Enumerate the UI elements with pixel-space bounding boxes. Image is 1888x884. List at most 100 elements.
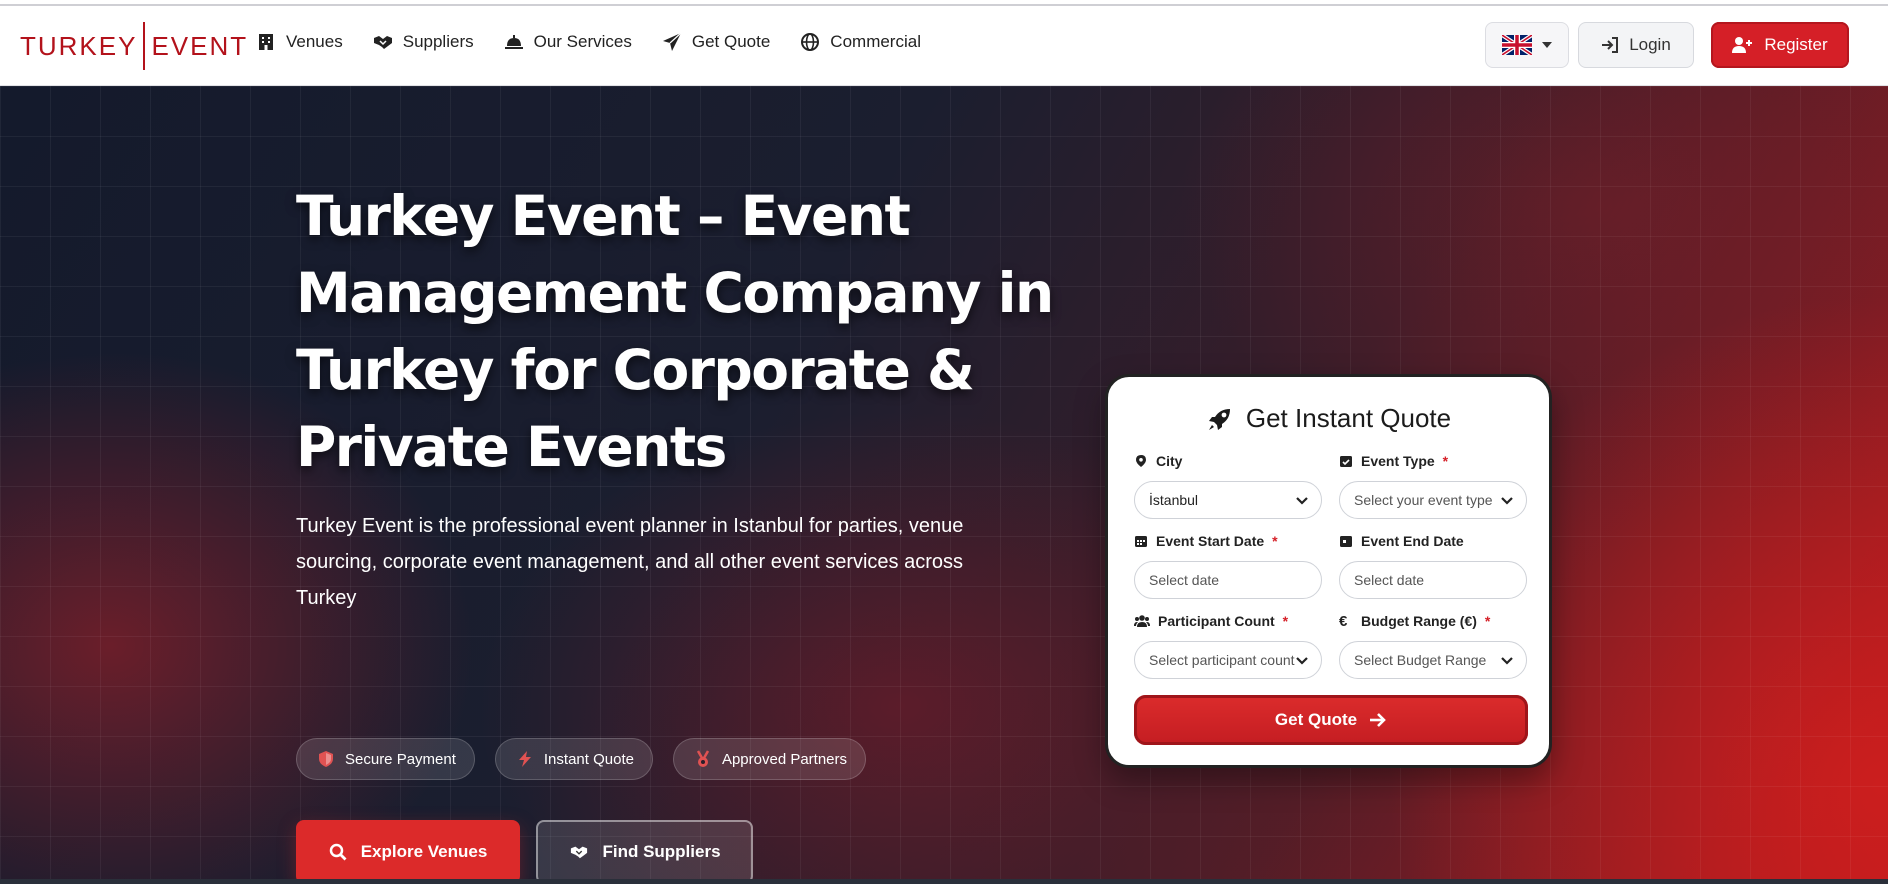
badge-secure-payment: Secure Payment — [296, 738, 475, 780]
badge-approved-partners-label: Approved Partners — [721, 750, 848, 768]
nav-our-services-label: Our Services — [533, 32, 632, 51]
map-pin-icon — [1136, 455, 1146, 467]
get-quote-submit-label: Get Quote — [1274, 710, 1358, 729]
participant-count-select[interactable]: Select participant count — [1134, 641, 1322, 679]
start-date-label-text: Event Start Date — [1156, 533, 1265, 549]
quote-card-title-text: Get Instant Quote — [1245, 403, 1452, 433]
participant-count-select-value: Select participant count — [1149, 652, 1295, 668]
required-marker: * — [1282, 613, 1289, 629]
chevron-down-icon — [1296, 657, 1308, 665]
hero-section: Turkey Event – Event Management Company … — [0, 86, 1888, 884]
paper-plane-icon — [662, 32, 682, 51]
start-date-placeholder: Select date — [1149, 572, 1220, 588]
required-marker: * — [1272, 533, 1278, 549]
chevron-down-icon — [1296, 497, 1308, 505]
end-date-input[interactable]: Select date — [1339, 561, 1527, 599]
event-type-label-text: Event Type — [1361, 453, 1435, 469]
participant-count-label: Participant Count * — [1134, 611, 1322, 631]
participant-count-label-text: Participant Count — [1158, 613, 1275, 629]
main-nav: Venues Suppliers Our Services Get Quote … — [256, 32, 951, 52]
city-label: City — [1134, 451, 1322, 471]
nav-get-quote-label: Get Quote — [691, 32, 771, 51]
chevron-down-icon — [1501, 497, 1513, 505]
event-type-field: Event Type * Select your event type — [1339, 451, 1527, 519]
city-select-value: İstanbul — [1149, 492, 1199, 508]
event-type-select[interactable]: Select your event type — [1339, 481, 1527, 519]
login-label: Login — [1629, 35, 1671, 54]
nav-commercial[interactable]: Commercial — [800, 32, 921, 52]
nav-suppliers[interactable]: Suppliers — [373, 32, 474, 52]
start-date-label: Event Start Date * — [1134, 531, 1322, 551]
service-bell-icon — [504, 35, 523, 49]
medal-icon — [696, 750, 710, 767]
caret-down-icon — [1542, 42, 1552, 48]
budget-range-select-value: Select Budget Range — [1354, 652, 1487, 668]
participant-count-field: Participant Count * Select participant co… — [1134, 611, 1322, 679]
sign-in-icon — [1602, 37, 1619, 53]
hero-description: Turkey Event is the professional event p… — [296, 515, 964, 609]
find-suppliers-label: Find Suppliers — [602, 842, 721, 861]
site-header: TURKEY EVENT Venues Suppliers Our Servic… — [0, 6, 1888, 86]
hero-title: Turkey Event – Event Management Company … — [296, 184, 1054, 479]
budget-range-label-text: Budget Range (€) — [1361, 613, 1477, 629]
logo-text-left: TURKEY — [20, 30, 138, 61]
logo-text-right: EVENT — [151, 30, 249, 61]
city-field: City İstanbul — [1134, 451, 1322, 519]
badge-instant-quote-label: Instant Quote — [543, 750, 634, 768]
badge-secure-payment-label: Secure Payment — [345, 750, 456, 768]
handshake-icon — [571, 846, 588, 859]
turkey-event-logo[interactable]: TURKEY EVENT — [20, 22, 248, 70]
users-icon — [1134, 615, 1150, 627]
budget-range-select[interactable]: Select Budget Range — [1339, 641, 1527, 679]
calendar-day-icon — [1340, 536, 1352, 547]
explore-venues-button[interactable]: Explore Venues — [296, 820, 520, 884]
quote-card-title: Get Instant Quote — [1108, 403, 1549, 434]
globe-icon — [801, 33, 820, 51]
budget-range-label: € Budget Range (€) * — [1339, 611, 1527, 631]
user-plus-icon — [1732, 37, 1753, 53]
login-button[interactable]: Login — [1578, 22, 1694, 68]
instant-quote-card: Get Instant Quote City İstanbul Event Ty… — [1105, 374, 1552, 768]
register-label: Register — [1764, 35, 1828, 54]
building-icon — [259, 34, 273, 50]
language-selector[interactable] — [1485, 22, 1569, 68]
badge-approved-partners: Approved Partners — [672, 738, 867, 780]
calendar-check-icon — [1340, 456, 1352, 467]
start-date-field: Event Start Date * Select date — [1134, 531, 1322, 599]
get-quote-submit-button[interactable]: Get Quote — [1134, 695, 1528, 745]
uk-flag-icon — [1502, 35, 1532, 55]
nav-our-services[interactable]: Our Services — [504, 32, 632, 52]
event-type-label: Event Type * — [1339, 451, 1527, 471]
city-select[interactable]: İstanbul — [1134, 481, 1322, 519]
end-date-label: Event End Date — [1339, 531, 1527, 551]
nav-venues[interactable]: Venues — [256, 32, 343, 52]
handshake-icon — [373, 36, 392, 49]
nav-suppliers-label: Suppliers — [402, 32, 474, 51]
nav-get-quote[interactable]: Get Quote — [662, 32, 770, 52]
chevron-down-icon — [1501, 657, 1513, 665]
register-button[interactable]: Register — [1711, 22, 1849, 68]
city-label-text: City — [1156, 453, 1183, 469]
end-date-label-text: Event End Date — [1361, 533, 1464, 549]
badge-instant-quote: Instant Quote — [494, 738, 653, 780]
logo-divider — [143, 22, 146, 70]
required-marker: * — [1442, 453, 1449, 469]
start-date-input[interactable]: Select date — [1134, 561, 1322, 599]
explore-venues-label: Explore Venues — [360, 842, 488, 861]
arrow-right-icon — [1370, 713, 1386, 727]
shield-icon — [319, 751, 333, 767]
find-suppliers-button[interactable]: Find Suppliers — [536, 820, 753, 884]
event-type-select-value: Select your event type — [1354, 492, 1493, 508]
calendar-icon — [1135, 536, 1147, 547]
budget-range-field: € Budget Range (€) * Select Budget Range — [1339, 611, 1527, 679]
search-icon — [329, 843, 347, 861]
trust-badges: Secure Payment Instant Quote Approved Pa… — [296, 738, 867, 780]
page-bottom-edge — [0, 879, 1888, 884]
required-marker: * — [1484, 613, 1491, 629]
euro-icon: € — [1339, 612, 1348, 630]
rocket-icon — [1208, 408, 1230, 430]
bolt-icon — [518, 751, 531, 767]
nav-venues-label: Venues — [286, 32, 343, 51]
end-date-field: Event End Date Select date — [1339, 531, 1527, 599]
nav-commercial-label: Commercial — [830, 32, 921, 51]
